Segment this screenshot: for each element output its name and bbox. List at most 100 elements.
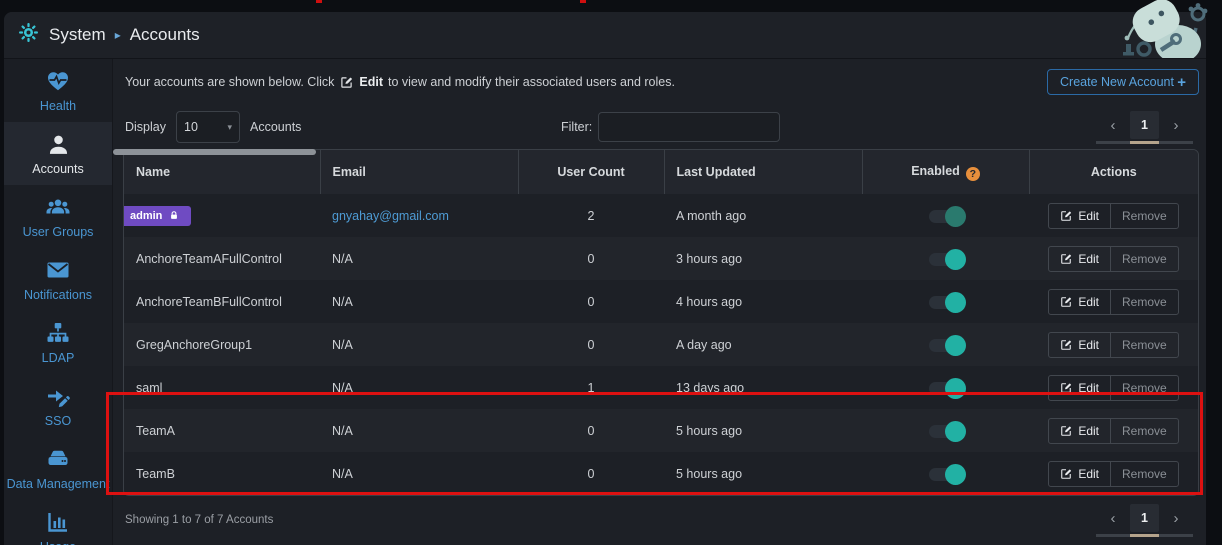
sidebar-item-notifications[interactable]: Notifications xyxy=(4,248,112,311)
column-header-email: Email xyxy=(320,150,518,194)
create-new-account-button[interactable]: Create New Account + xyxy=(1047,69,1199,95)
edit-button[interactable]: Edit xyxy=(1049,419,1110,443)
remove-button[interactable]: Remove xyxy=(1110,333,1178,357)
page-size-select[interactable]: 10 ▾ xyxy=(176,111,240,143)
account-email: N/A xyxy=(332,338,353,352)
enabled-toggle[interactable] xyxy=(929,339,963,352)
annotation-red-mark xyxy=(316,0,322,3)
edit-button[interactable]: Edit xyxy=(1049,290,1110,314)
display-label: Display xyxy=(125,120,166,134)
edit-icon xyxy=(1060,382,1072,394)
account-last-updated: 3 hours ago xyxy=(664,237,862,280)
enabled-toggle[interactable] xyxy=(929,210,963,223)
bar-chart-icon xyxy=(46,509,70,535)
edit-icon xyxy=(1060,210,1072,222)
account-name: saml xyxy=(136,381,162,395)
remove-button[interactable]: Remove xyxy=(1110,376,1178,400)
column-header-last-updated: Last Updated xyxy=(664,150,862,194)
server-icon xyxy=(45,446,71,472)
sidebar-item-label: Health xyxy=(40,99,76,113)
next-page-button[interactable]: › xyxy=(1159,111,1193,139)
accounts-table-body: admin gnyahay@gmail.com 2 A month ago Ed… xyxy=(124,194,1198,495)
edit-icon xyxy=(1060,468,1072,480)
filter-input[interactable] xyxy=(598,112,780,142)
breadcrumb-system[interactable]: System xyxy=(49,25,106,45)
edit-button[interactable]: Edit xyxy=(1049,247,1110,271)
account-user-count: 2 xyxy=(518,194,664,237)
account-row: admin gnyahay@gmail.com 2 A month ago Ed… xyxy=(124,194,1198,237)
enabled-toggle[interactable] xyxy=(929,382,963,395)
prev-page-button[interactable]: ‹ xyxy=(1096,111,1130,139)
account-user-count: 0 xyxy=(518,237,664,280)
remove-button[interactable]: Remove xyxy=(1110,462,1178,486)
edit-button[interactable]: Edit xyxy=(1049,462,1110,486)
column-header-name: Name xyxy=(124,150,320,194)
remove-button[interactable]: Remove xyxy=(1110,290,1178,314)
sidebar-item-label: Data Management xyxy=(7,477,110,491)
chevron-down-icon: ▾ xyxy=(227,122,232,133)
page-title: Accounts xyxy=(130,25,200,45)
account-user-count: 0 xyxy=(518,323,664,366)
account-last-updated: A day ago xyxy=(664,323,862,366)
current-page-button[interactable]: 1 xyxy=(1130,111,1159,139)
edit-icon xyxy=(1060,253,1072,265)
account-row: AnchoreTeamAFullControl N/A 0 3 hours ag… xyxy=(124,237,1198,280)
pagination-underline xyxy=(1096,141,1193,144)
sidebar-item-label: Usage xyxy=(40,540,76,545)
account-row: AnchoreTeamBFullControl N/A 0 4 hours ag… xyxy=(124,280,1198,323)
account-last-updated: A month ago xyxy=(664,194,862,237)
sidebar-item-label: Accounts xyxy=(32,162,83,176)
enabled-toggle[interactable] xyxy=(929,253,963,266)
sidebar-item-label: SSO xyxy=(45,414,71,428)
sidebar-item-ldap[interactable]: LDAP xyxy=(4,311,112,374)
account-email: N/A xyxy=(332,467,353,481)
account-name: TeamB xyxy=(136,467,175,481)
account-email[interactable]: gnyahay@gmail.com xyxy=(332,209,449,223)
help-icon[interactable]: ? xyxy=(966,167,980,181)
enabled-toggle[interactable] xyxy=(929,425,963,438)
account-name: AnchoreTeamBFullControl xyxy=(136,295,282,309)
pagination-underline xyxy=(1096,534,1193,537)
remove-button[interactable]: Remove xyxy=(1110,204,1178,228)
edit-button[interactable]: Edit xyxy=(1049,376,1110,400)
account-last-updated: 5 hours ago xyxy=(664,409,862,452)
user-group-icon xyxy=(44,194,72,220)
sidebar-item-health[interactable]: Health xyxy=(4,59,112,122)
sidebar-item-label: Notifications xyxy=(24,288,92,302)
intro-text: Your accounts are shown below. Click Edi… xyxy=(125,75,675,89)
edit-button[interactable]: Edit xyxy=(1049,204,1110,228)
column-header-user-count: User Count xyxy=(518,150,664,194)
account-row: saml N/A 1 13 days ago Edit Remove xyxy=(124,366,1198,409)
column-header-actions: Actions xyxy=(1029,150,1198,194)
account-last-updated: 13 days ago xyxy=(664,366,862,409)
sidebar-item-usage[interactable]: Usage xyxy=(4,500,112,545)
sidebar-item-sso[interactable]: SSO xyxy=(4,374,112,437)
account-name: GregAnchoreGroup1 xyxy=(136,338,252,352)
accounts-table: NameEmailUser CountLast UpdatedEnabled?A… xyxy=(123,149,1199,496)
sidebar: Health Accounts User Groups Notifications LD… xyxy=(4,59,113,545)
account-last-updated: 5 hours ago xyxy=(664,452,862,495)
breadcrumb-separator-icon: ▸ xyxy=(115,28,121,42)
filter-label: Filter: xyxy=(561,120,592,134)
sidebar-item-accounts[interactable]: Accounts xyxy=(4,122,112,185)
account-email: N/A xyxy=(332,295,353,309)
horizontal-scrollbar-thumb[interactable] xyxy=(113,149,316,155)
edit-button[interactable]: Edit xyxy=(1049,333,1110,357)
enabled-toggle[interactable] xyxy=(929,468,963,481)
account-email: N/A xyxy=(332,424,353,438)
enabled-toggle[interactable] xyxy=(929,296,963,309)
sidebar-item-label: User Groups xyxy=(23,225,94,239)
prev-page-button[interactable]: ‹ xyxy=(1096,504,1130,532)
account-row: TeamA N/A 0 5 hours ago Edit Remove xyxy=(124,409,1198,452)
account-user-count: 0 xyxy=(518,452,664,495)
current-page-button[interactable]: 1 xyxy=(1130,504,1159,532)
sidebar-item-data-management[interactable]: Data Management xyxy=(4,437,112,500)
remove-button[interactable]: Remove xyxy=(1110,419,1178,443)
sidebar-item-user-groups[interactable]: User Groups xyxy=(4,185,112,248)
pagination-bottom: ‹ 1 › xyxy=(1096,504,1193,537)
results-summary: Showing 1 to 7 of 7 Accounts xyxy=(125,514,273,526)
annotation-red-mark xyxy=(580,0,586,3)
next-page-button[interactable]: › xyxy=(1159,504,1193,532)
remove-button[interactable]: Remove xyxy=(1110,247,1178,271)
account-row: TeamB N/A 0 5 hours ago Edit Remove xyxy=(124,452,1198,495)
